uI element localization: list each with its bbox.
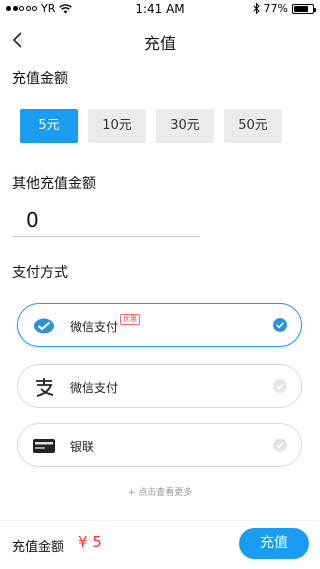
show-more-link[interactable]: + 点击查看更多 — [0, 485, 320, 498]
amount-option-5[interactable]: 5元 — [20, 109, 78, 143]
selected-check-icon — [273, 318, 287, 332]
payment-option-label: 微信支付 — [70, 320, 119, 334]
unselected-check-icon — [273, 438, 287, 452]
bluetooth-icon — [253, 3, 260, 14]
payment-option-unionpay[interactable]: 银联 — [17, 423, 302, 467]
total-label: 充值金额 — [12, 540, 65, 555]
amount-section-title: 充值金额 — [12, 71, 68, 87]
wechat-pay-icon — [34, 318, 54, 334]
battery-icon — [292, 3, 316, 14]
page-title: 充值 — [143, 34, 176, 53]
alipay-icon — [36, 378, 54, 397]
payment-option-label: 微信支付 — [70, 381, 119, 395]
unselected-check-icon — [273, 379, 287, 393]
amount-options: 5元 10元 30元 50元 — [20, 109, 300, 143]
amount-option-50[interactable]: 50元 — [224, 109, 282, 143]
payment-option-label: 银联 — [70, 440, 95, 454]
unionpay-icon — [33, 439, 55, 453]
submit-recharge-button[interactable]: 充值 — [239, 528, 309, 559]
bottom-bar: 充值金额 ¥ 5 充值 — [0, 520, 320, 569]
payment-option-wechat[interactable]: 微信支付 优惠 — [17, 303, 302, 347]
payment-section-title: 支付方式 — [12, 265, 68, 281]
total-amount: ¥ 5 — [78, 533, 102, 551]
nav-bar: 充值 — [0, 18, 320, 62]
amount-option-10[interactable]: 10元 — [88, 109, 146, 143]
other-amount-title: 其他充值金额 — [12, 176, 96, 192]
other-amount-input[interactable] — [12, 203, 200, 237]
payment-option-alipay[interactable]: 微信支付 — [17, 364, 302, 408]
amount-option-30[interactable]: 30元 — [156, 109, 214, 143]
battery-percent: 77% — [263, 2, 288, 15]
status-bar: YR 1:41 AM 77% — [0, 0, 320, 18]
status-right: 77% — [253, 2, 316, 15]
promo-badge: 优惠 — [120, 314, 140, 325]
